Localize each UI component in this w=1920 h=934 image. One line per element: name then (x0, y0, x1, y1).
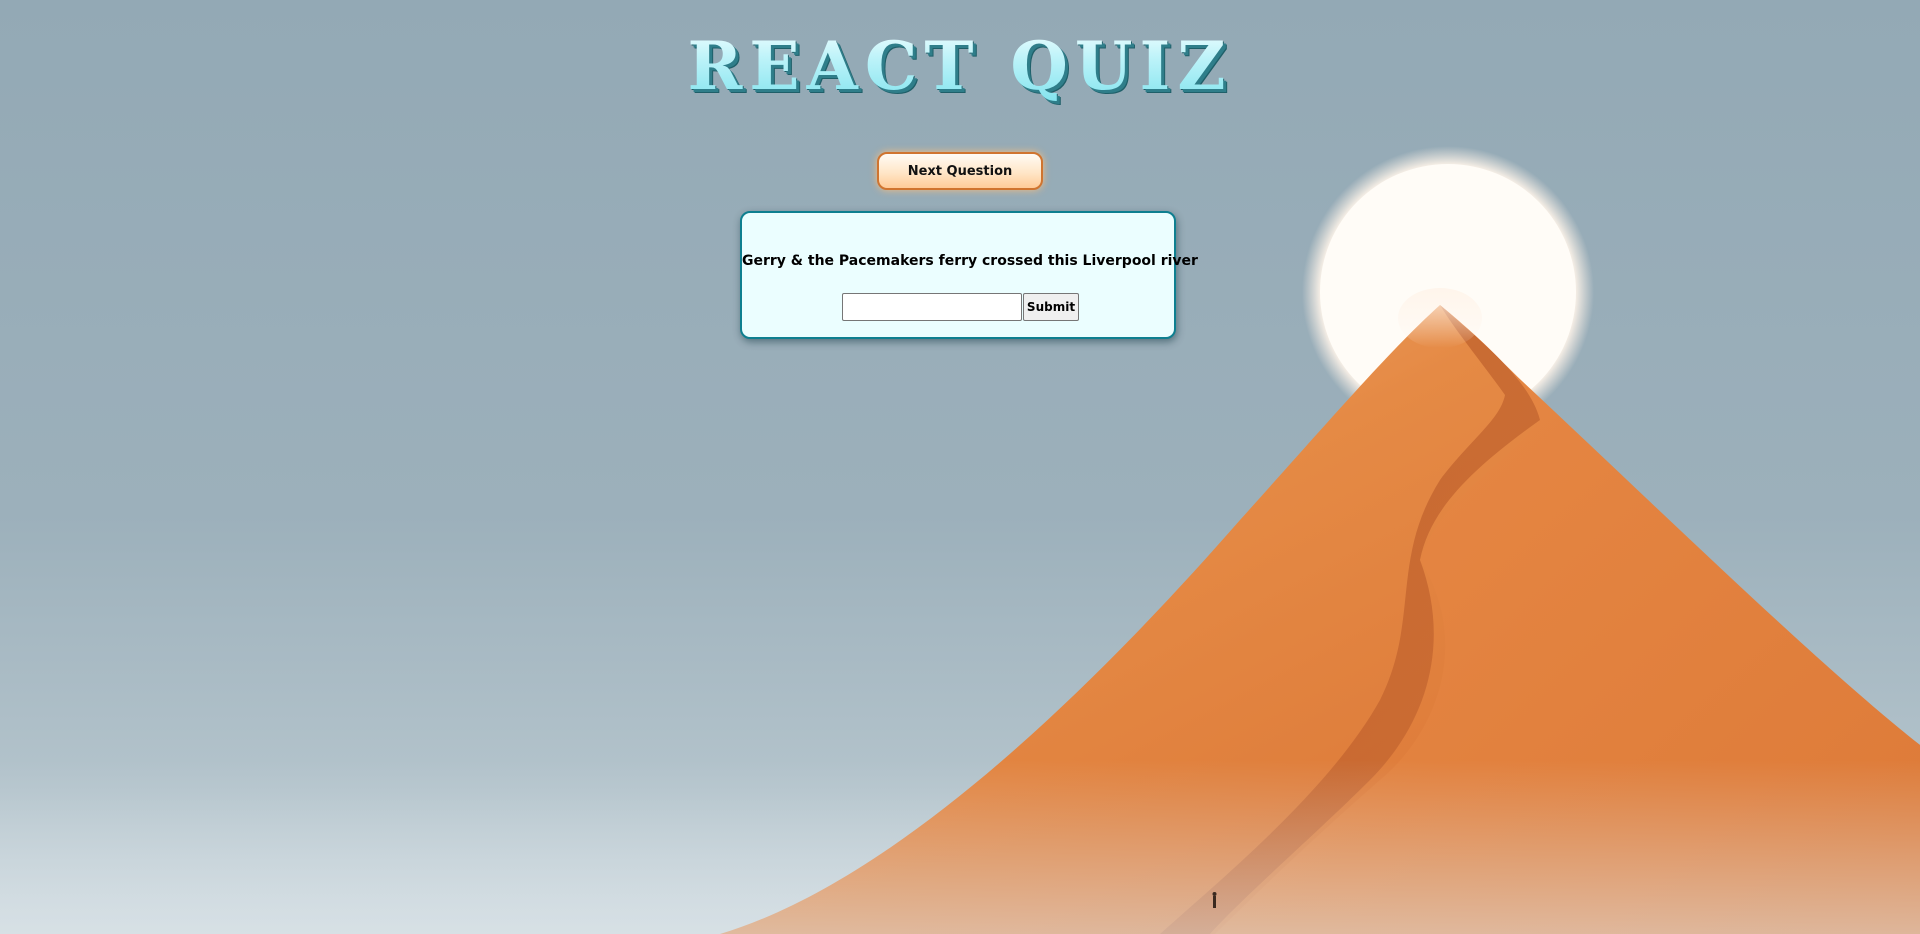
answer-input[interactable] (842, 293, 1022, 321)
question-text: Gerry & the Pacemakers ferry crossed thi… (742, 253, 1198, 269)
question-card: Gerry & the Pacemakers ferry crossed thi… (740, 211, 1198, 339)
next-question-button[interactable]: Next Question (877, 152, 1043, 190)
page-title: REACT QUIZ (0, 26, 1920, 106)
submit-button[interactable]: Submit (1023, 293, 1079, 321)
quiz-app: REACT QUIZ Next Question Gerry & the Pac… (0, 0, 1920, 934)
answer-form: Submit (842, 293, 1079, 321)
